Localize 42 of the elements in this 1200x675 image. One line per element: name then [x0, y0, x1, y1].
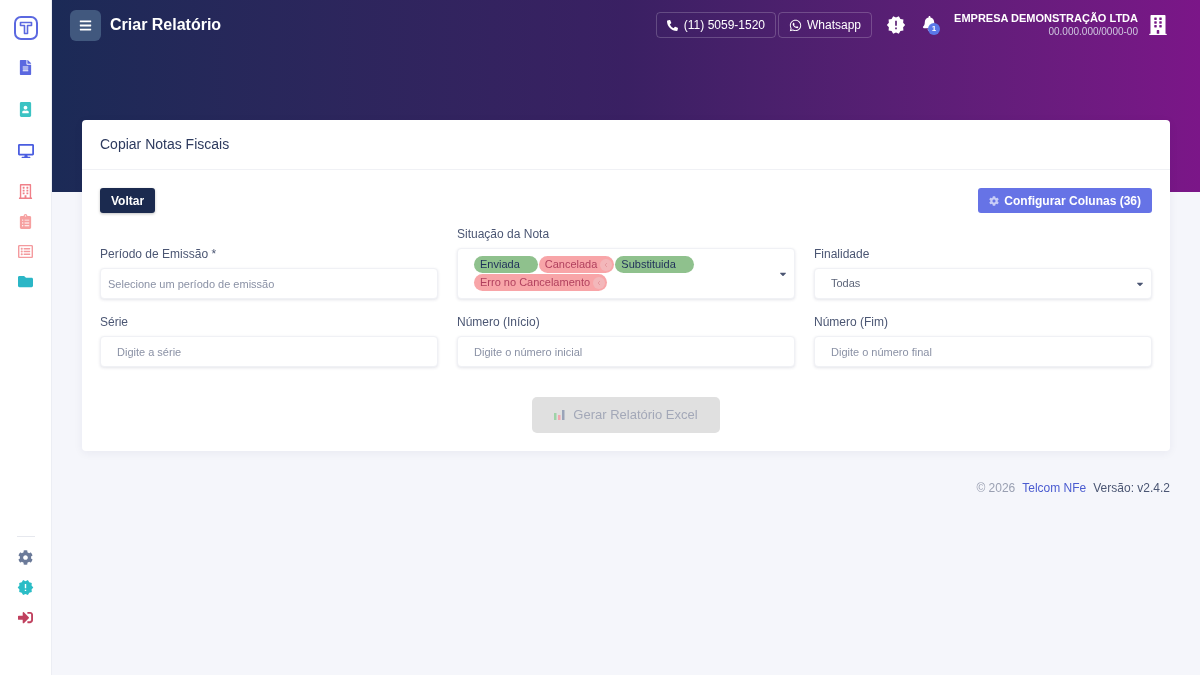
notification-count: 1	[928, 23, 941, 35]
phone-button[interactable]: (11) 5059-1520	[655, 12, 776, 38]
field-label: Período de Emissão *	[100, 247, 218, 262]
alert-badge-icon[interactable]	[886, 15, 907, 35]
menu-button[interactable]	[70, 9, 101, 41]
whatsapp-button[interactable]: Whatsapp	[778, 12, 873, 38]
company-name: EMPRESA DEMONSTRAÇÃO LTDA	[954, 12, 1138, 25]
clipboard-icon[interactable]	[18, 214, 33, 229]
card-title: Copiar Notas Fiscais	[100, 135, 230, 154]
phone-icon	[666, 19, 678, 31]
building-icon[interactable]	[1148, 15, 1168, 35]
settings-icon	[989, 195, 1000, 206]
status-tag[interactable]: Substituida	[615, 256, 694, 273]
monitor-icon[interactable]	[17, 143, 34, 159]
configure-columns-button[interactable]: Configurar Colunas (36)	[978, 188, 1152, 213]
select-value: Todas	[831, 276, 861, 292]
status-tag[interactable]: Enviada	[474, 256, 538, 273]
settings-icon[interactable]	[18, 550, 33, 565]
field-label: Número (Fim)	[814, 315, 889, 330]
input-field[interactable]: Digite o número inicial	[457, 336, 795, 367]
field-label: Finalidade	[814, 247, 871, 262]
brand-link[interactable]: Telcom NFe	[1022, 479, 1087, 497]
logout-icon[interactable]	[18, 610, 33, 625]
input-field[interactable]: Digite o número final	[814, 336, 1152, 367]
folder-icon[interactable]	[18, 274, 33, 289]
version-text: Versão: v2.4.2	[1093, 480, 1170, 497]
document-icon[interactable]	[18, 60, 33, 75]
field-label: Número (Início)	[457, 315, 541, 330]
menu-icon	[79, 18, 92, 32]
select-field[interactable]: Todas	[814, 268, 1152, 299]
logo-icon[interactable]	[13, 16, 38, 40]
input-field[interactable]: Selecione um período de emissão	[100, 268, 438, 299]
bar-chart-icon	[554, 410, 566, 420]
input-field[interactable]: Digite a série	[100, 336, 438, 367]
chat-bubble-icon	[789, 18, 802, 32]
company-id: 00.000.000/0000-00	[1048, 25, 1138, 38]
back-button[interactable]: Voltar	[100, 188, 156, 213]
field-label: Situação da Nota	[457, 227, 551, 242]
multiselect-field[interactable]: Enviada Cancelada Substituida Erro no Cancelamento	[457, 248, 795, 299]
field-label: Série	[100, 315, 129, 330]
copyright-text: © 2026	[976, 480, 1016, 497]
page-title: Criar Relatório	[110, 15, 222, 35]
